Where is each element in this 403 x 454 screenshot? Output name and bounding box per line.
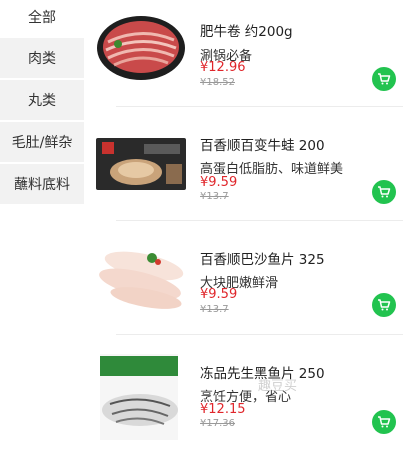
add-to-cart-button[interactable] [372, 293, 396, 317]
product-name: 百香顺巴沙鱼片 325 [200, 252, 325, 268]
product-original-price: ¥13.7 [200, 191, 229, 202]
product-image-basa-fish[interactable] [96, 238, 186, 314]
cart-icon [378, 186, 391, 198]
product-name: 肥牛卷 约200g [200, 24, 293, 40]
add-to-cart-button[interactable] [372, 67, 396, 91]
sidebar-item-tripe[interactable]: 毛肚/鲜杂 [0, 122, 84, 162]
sidebar-item-sauces[interactable]: 蘸料底料 [0, 164, 84, 204]
product-item[interactable]: 百香顺巴沙鱼片 325 大块肥嫩鲜滑 ¥9.59 ¥13.7 [84, 228, 403, 340]
divider [116, 106, 403, 107]
product-name: 百香顺百变牛蛙 200 [200, 138, 325, 154]
sidebar-item-balls[interactable]: 丸类 [0, 80, 84, 120]
product-original-price: ¥13.7 [200, 304, 229, 315]
product-item[interactable]: 肥牛卷 约200g 涮锅必备 ¥12.96 ¥18.52 [84, 0, 403, 112]
product-price: ¥9.59 [200, 175, 238, 190]
category-sidebar: 全部 肉类 丸类 毛肚/鲜杂 蘸料底料 [0, 0, 84, 442]
product-image-beef-rolls[interactable] [96, 12, 186, 82]
product-price: ¥12.15 [200, 402, 246, 417]
product-original-price: ¥18.52 [200, 77, 235, 88]
add-to-cart-button[interactable] [372, 410, 396, 434]
product-image-frog-package[interactable] [96, 134, 186, 194]
divider [116, 334, 403, 335]
cart-icon [378, 416, 391, 428]
product-price: ¥9.59 [200, 287, 238, 302]
cart-icon [378, 299, 391, 311]
product-price: ¥12.96 [200, 60, 246, 75]
divider [116, 220, 403, 221]
watermark: 趣豆买 [258, 379, 298, 394]
sidebar-item-meat[interactable]: 肉类 [0, 38, 84, 78]
add-to-cart-button[interactable] [372, 180, 396, 204]
product-image-snakehead-fish[interactable] [96, 354, 186, 440]
product-original-price: ¥17.36 [200, 418, 235, 429]
product-item[interactable]: 冻品先生黑鱼片 250 烹饪方便，省心 ¥12.15 ¥17.36 [84, 342, 403, 454]
product-list: 肥牛卷 约200g 涮锅必备 ¥12.96 ¥18.52 百香顺百变牛蛙 200… [84, 0, 403, 442]
cart-icon [378, 73, 391, 85]
sidebar-item-all[interactable]: 全部 [0, 0, 84, 34]
product-item[interactable]: 百香顺百变牛蛙 200 高蛋白低脂肪、味道鲜美 ¥9.59 ¥13.7 [84, 114, 403, 226]
